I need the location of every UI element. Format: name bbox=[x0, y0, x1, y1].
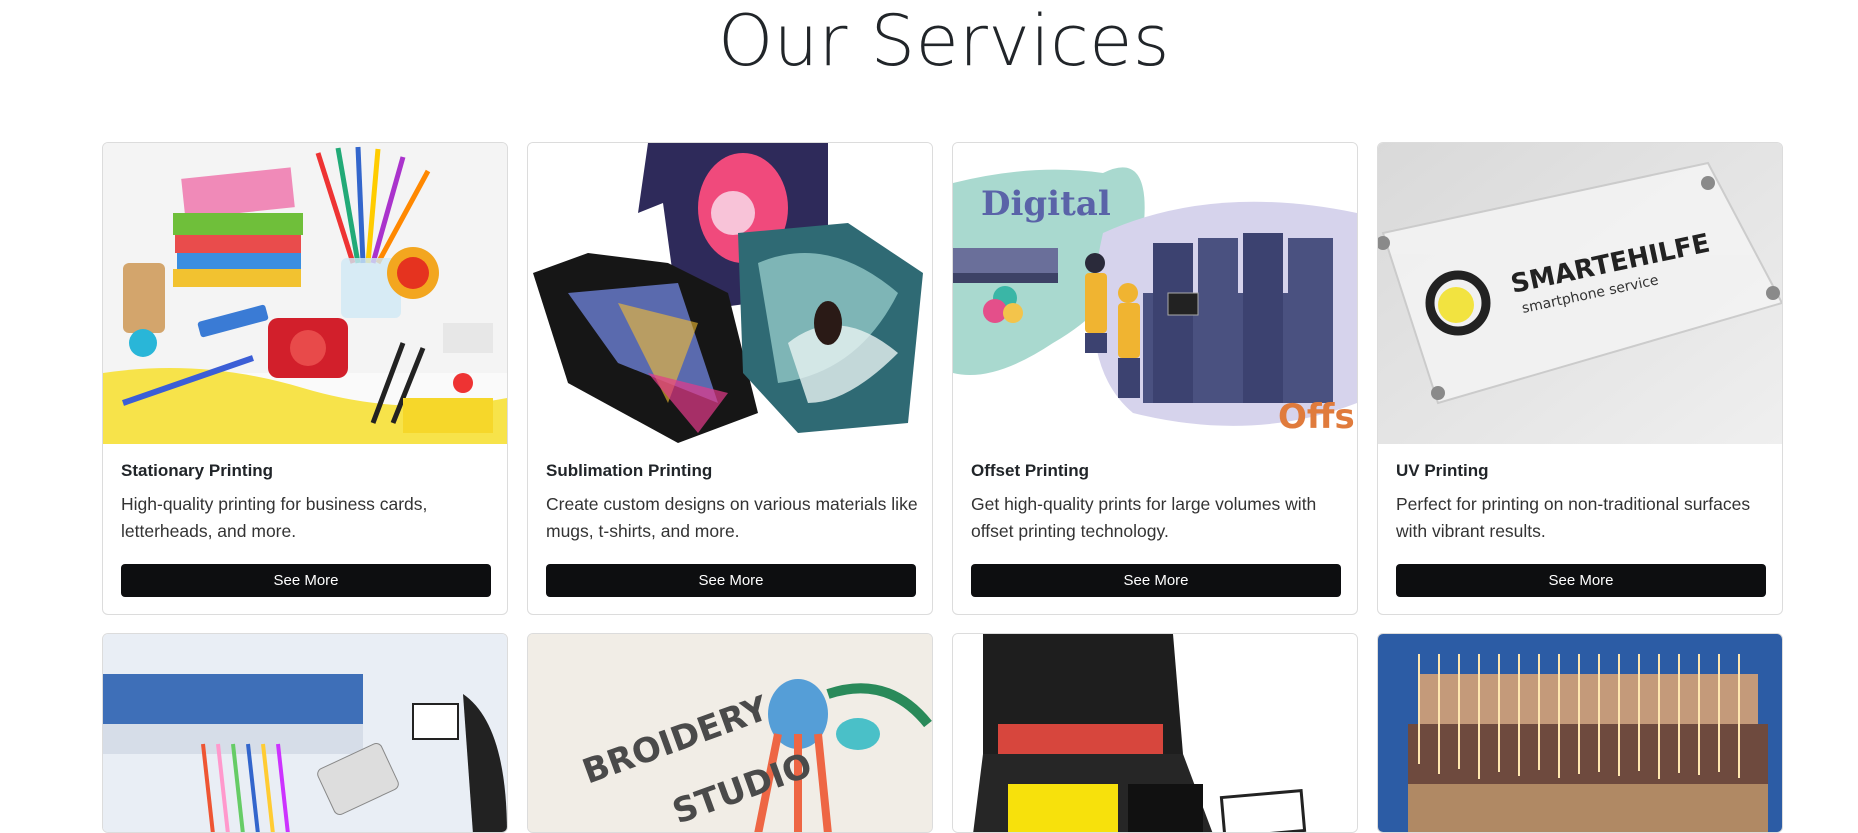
page-title: Our Services bbox=[718, 0, 1170, 82]
uv-image: SMARTEHILFE smartphone service bbox=[1378, 143, 1782, 444]
stationary-image bbox=[103, 143, 507, 444]
service-description: Perfect for printing on non-traditional … bbox=[1396, 494, 1751, 541]
see-more-button[interactable]: See More bbox=[121, 564, 491, 597]
service-description: Create custom designs on various materia… bbox=[546, 494, 918, 541]
service-description: High-quality printing for business cards… bbox=[121, 494, 428, 541]
service-title: Offset Printing bbox=[971, 461, 1090, 480]
service-card-stamp bbox=[952, 633, 1358, 833]
service-card-embroidery: BROIDERY STUDIO bbox=[527, 633, 933, 833]
service-card-large-format bbox=[102, 633, 508, 833]
service-title: Sublimation Printing bbox=[546, 461, 713, 480]
digital-label: Digital bbox=[981, 184, 1111, 224]
stamp-kit-image bbox=[953, 634, 1357, 832]
service-card-stationary: Stationary Printing High-quality printin… bbox=[102, 142, 508, 615]
see-more-button[interactable]: See More bbox=[971, 564, 1341, 597]
service-title: UV Printing bbox=[1396, 461, 1489, 480]
service-card-offset: Digital Offs Offset Printing Get high-qu… bbox=[952, 142, 1358, 615]
see-more-button[interactable]: See More bbox=[546, 564, 916, 597]
see-more-button[interactable]: See More bbox=[1396, 564, 1766, 597]
sublimation-image bbox=[528, 143, 932, 444]
service-title: Stationary Printing bbox=[121, 461, 274, 480]
service-card-uv: SMARTEHILFE smartphone service UV Printi… bbox=[1377, 142, 1783, 615]
offset-image: Digital Offs bbox=[953, 143, 1357, 444]
large-format-printer-image bbox=[103, 634, 507, 832]
embroidery-image: BROIDERY STUDIO bbox=[528, 634, 932, 832]
lighting-building-image bbox=[1378, 634, 1782, 832]
offs-label: Offs bbox=[1278, 397, 1355, 437]
service-card-lighting bbox=[1377, 633, 1783, 833]
service-card-sublimation: Sublimation Printing Create custom desig… bbox=[527, 142, 933, 615]
service-description: Get high-quality prints for large volume… bbox=[971, 494, 1317, 541]
